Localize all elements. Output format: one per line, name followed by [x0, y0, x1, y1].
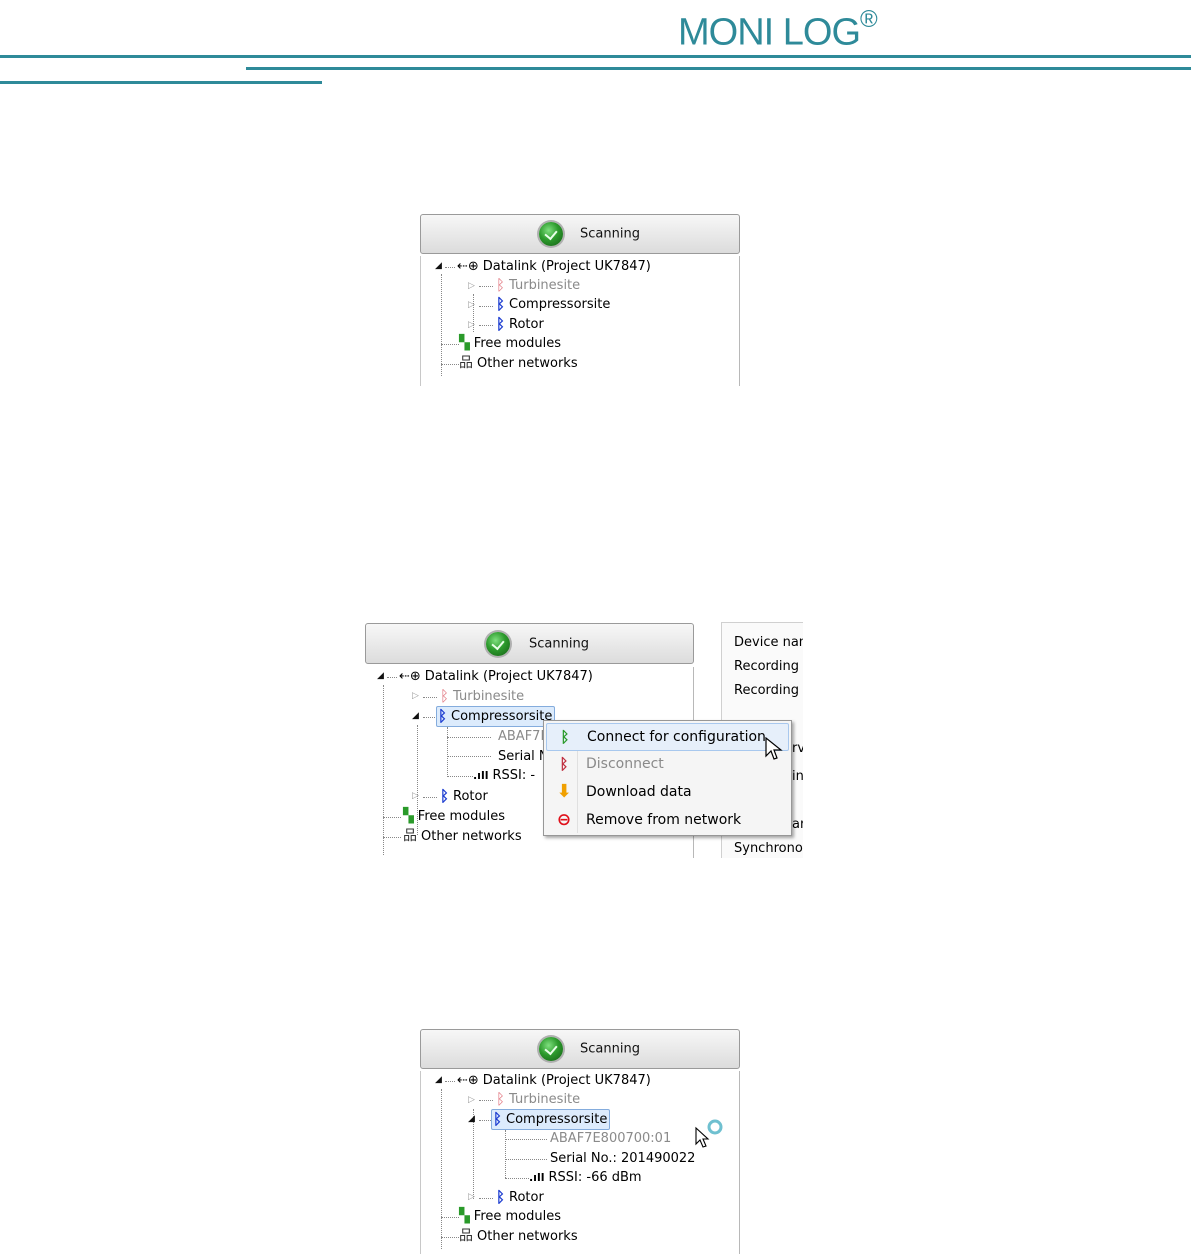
detail-row-5: in — [792, 769, 803, 784]
bluetooth-disconnect-icon: ᛒ — [559, 755, 569, 773]
tree-node-compressorsite[interactable]: ᛒ Compressorsite — [491, 1109, 611, 1130]
header-rule-top — [0, 55, 1191, 58]
menu-download-data[interactable]: ⬇ Download data — [546, 779, 789, 805]
scanning-label: Scanning — [529, 636, 589, 651]
scanning-button[interactable]: Scanning — [420, 214, 740, 254]
bluetooth-icon: ᛒ — [440, 787, 450, 805]
tree-node-turbinesite[interactable]: ᛒ Turbinesite — [496, 1090, 580, 1109]
free-modules-icon: ▚ — [459, 335, 470, 351]
device-tree: ◢ ⇠⊕ Datalink (Project UK7847) ▷ ᛒ Turbine… — [420, 1071, 740, 1254]
tree-node-free-modules[interactable]: ▚ Free modules — [459, 1207, 561, 1226]
tree-node-other-networks[interactable]: 品 Other networks — [459, 1227, 578, 1246]
download-arrow-icon: ⬇ — [556, 781, 572, 802]
bluetooth-icon: ᛒ — [493, 1110, 503, 1128]
menu-remove-from-network[interactable]: ⊖ Remove from network — [546, 807, 789, 833]
tree-node-compressorsite[interactable]: ᛒ Compressorsite — [496, 295, 610, 314]
signal-strength-icon: .ıll — [529, 1171, 545, 1184]
network-icon: 品 — [459, 1228, 473, 1244]
detail-recording-1: Recording s — [734, 659, 803, 674]
device-tree-panel-2: Scanning ◢ ⇠⊕ Datalink (Project UK7847) ▷… — [360, 617, 803, 858]
detail-recording-2: Recording s — [734, 683, 803, 698]
device-tree-panel-1: Scanning ◢ ⇠⊕ Datalink (Project UK7847) ▷… — [415, 209, 748, 386]
scanning-label: Scanning — [580, 226, 640, 242]
tree-node-serial: Serial N — [498, 749, 549, 764]
signal-strength-icon: .ıll — [473, 769, 489, 782]
bluetooth-disabled-icon: ᛒ — [440, 687, 450, 705]
scanning-button[interactable]: Scanning — [365, 623, 694, 664]
tree-node-rssi: .ıll RSSI: - — [473, 768, 536, 783]
remove-circle-icon: ⊖ — [556, 810, 572, 830]
tree-node-compressorsite[interactable]: ᛒ Compressorsite — [436, 706, 556, 727]
header-rule-second — [246, 67, 1191, 70]
status-ok-icon — [539, 1037, 563, 1061]
tree-node-turbinesite[interactable]: ᛒ Turbinesite — [496, 276, 580, 295]
usb-icon: ⇠⊕ — [457, 259, 479, 274]
status-ok-icon — [539, 222, 563, 246]
network-icon: 品 — [459, 355, 473, 371]
scanning-label: Scanning — [580, 1041, 640, 1057]
network-icon: 品 — [403, 828, 417, 844]
usb-icon: ⇠⊕ — [457, 1073, 479, 1088]
bluetooth-icon: ᛒ — [496, 315, 506, 333]
tree-node-turbinesite[interactable]: ᛒ Turbinesite — [440, 687, 524, 706]
menu-connect-for-configuration[interactable]: ᛒ Connect for configuration — [546, 723, 789, 751]
tree-node-free-modules[interactable]: ▚ Free modules — [459, 334, 561, 353]
status-ok-icon — [486, 631, 510, 656]
menu-disconnect[interactable]: ᛒ Disconnect — [546, 751, 789, 777]
tree-node-other-networks[interactable]: 品 Other networks — [459, 354, 578, 373]
tree-node-datalink[interactable]: ⇠⊕ Datalink (Project UK7847) — [399, 667, 593, 686]
tree-node-rssi: .ıll RSSI: -66 dBm — [529, 1170, 642, 1185]
detail-device-name: Device nam — [734, 635, 803, 650]
usb-icon: ⇠⊕ — [399, 669, 421, 684]
bluetooth-icon: ᛒ — [496, 295, 506, 313]
device-tree: ◢ ⇠⊕ Datalink (Project UK7847) ▷ ᛒ Turbine… — [420, 256, 740, 386]
detail-row-4: rv — [792, 741, 803, 756]
bluetooth-icon: ᛒ — [496, 1188, 506, 1206]
free-modules-icon: ▚ — [403, 808, 414, 824]
header-rule-short — [0, 81, 322, 84]
tree-node-address: ABAF7E — [498, 729, 549, 744]
tree-node-address: ABAF7E800700:01 — [550, 1131, 672, 1146]
tree-node-rotor[interactable]: ᛒ Rotor — [440, 787, 488, 806]
device-tree-panel-3: Scanning ◢ ⇠⊕ Datalink (Project UK7847) ▷… — [415, 1024, 748, 1254]
busy-cursor-icon — [695, 1119, 723, 1148]
tree-node-datalink[interactable]: ⇠⊕ Datalink (Project UK7847) — [457, 257, 651, 276]
tree-node-serial: Serial No.: 201490022 — [550, 1151, 696, 1166]
tree-node-rotor[interactable]: ᛒ Rotor — [496, 315, 544, 334]
tree-node-other-networks[interactable]: 品 Other networks — [403, 827, 522, 846]
scanning-button[interactable]: Scanning — [420, 1029, 740, 1069]
bluetooth-connect-icon: ᛒ — [560, 728, 570, 746]
tree-node-rotor[interactable]: ᛒ Rotor — [496, 1188, 544, 1207]
detail-synchronous: Synchronou — [734, 841, 803, 856]
tree-node-free-modules[interactable]: ▚ Free modules — [403, 807, 505, 826]
bluetooth-icon: ᛒ — [438, 707, 448, 725]
tree-node-datalink[interactable]: ⇠⊕ Datalink (Project UK7847) — [457, 1071, 651, 1090]
free-modules-icon: ▚ — [459, 1208, 470, 1224]
brand-logo: MONI LOG® — [678, 6, 878, 54]
mouse-pointer-icon — [765, 737, 783, 760]
context-menu: ᛒ Connect for configuration ᛒ Disconnect… — [543, 720, 792, 836]
bluetooth-disabled-icon: ᛒ — [496, 1090, 506, 1108]
bluetooth-disabled-icon: ᛒ — [496, 276, 506, 294]
detail-row-6: ar — [792, 817, 803, 832]
